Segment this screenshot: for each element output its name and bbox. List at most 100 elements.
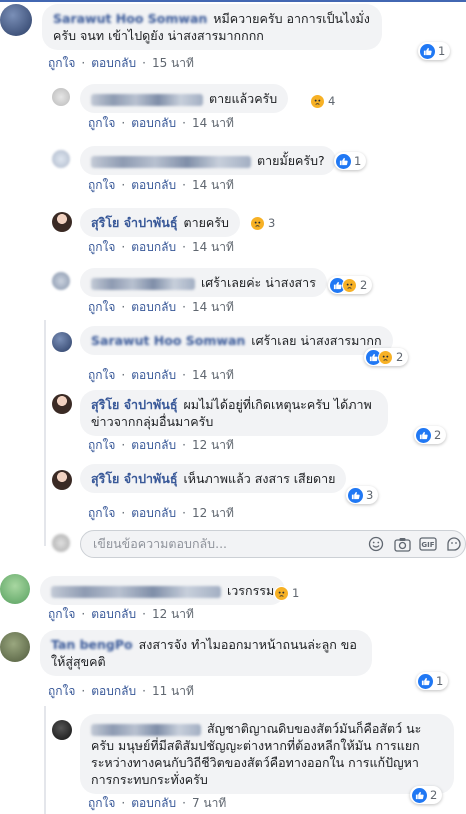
avatar[interactable] <box>52 212 72 232</box>
avatar[interactable] <box>0 4 32 36</box>
reaction-summary[interactable]: 4 <box>310 92 335 110</box>
reaction-summary[interactable]: 3 <box>250 214 275 232</box>
reaction-summary[interactable]: 2 <box>410 786 443 804</box>
reaction-summary[interactable]: 3 <box>346 486 379 504</box>
avatar[interactable] <box>52 470 72 490</box>
like-link[interactable]: ถูกใจ <box>88 506 115 520</box>
commenter-name[interactable] <box>91 277 195 290</box>
timestamp[interactable]: 14 นาที <box>192 178 234 192</box>
avatar <box>52 534 70 552</box>
avatar[interactable] <box>52 272 70 290</box>
emoji-icon[interactable] <box>367 535 385 553</box>
timestamp[interactable]: 14 นาที <box>192 368 234 382</box>
comment-actions: ถูกใจ · ตอบกลับ · 14 นาที <box>88 178 234 192</box>
timestamp[interactable]: 14 นาที <box>192 240 234 254</box>
commenter-name[interactable]: Tan bengPo <box>51 637 133 652</box>
reaction-summary[interactable]: 2 <box>414 426 447 444</box>
timestamp[interactable]: 14 นาที <box>192 300 234 314</box>
like-link[interactable]: ถูกใจ <box>48 684 75 698</box>
comment-actions: ถูกใจ · ตอบกลับ · 14 นาที <box>88 116 234 130</box>
comment-bubble: ตายแล้วครับ <box>80 84 289 113</box>
commenter-name[interactable]: สุริโย จำปาพันธุ์ <box>91 215 177 230</box>
comment-bubble: สุริโย จำปาพันธุ์ ผมไม่ได้อยู่ที่เกิดเหตุ… <box>80 390 388 436</box>
avatar[interactable] <box>0 574 30 604</box>
avatar[interactable] <box>52 332 72 352</box>
reply-link[interactable]: ตอบกลับ <box>131 178 176 192</box>
comment-bubble: ตายมั้ยครับ? <box>80 146 336 175</box>
reaction-count: 4 <box>328 94 336 108</box>
timestamp[interactable]: 11 นาที <box>152 684 194 698</box>
thread-line <box>44 706 46 814</box>
commenter-name[interactable]: สุริโย จำปาพันธุ์ <box>91 471 177 486</box>
reaction-summary[interactable]: 2 <box>328 276 373 294</box>
reply-link[interactable]: ตอบกลับ <box>131 506 176 520</box>
like-link[interactable]: ถูกใจ <box>88 240 115 254</box>
commenter-name[interactable]: Sarawut Hoo Somwan <box>53 11 207 26</box>
reaction-count: 2 <box>360 278 368 292</box>
like-link[interactable]: ถูกใจ <box>48 607 75 621</box>
reply-link[interactable]: ตอบกลับ <box>131 438 176 452</box>
like-link[interactable]: ถูกใจ <box>88 438 115 452</box>
timestamp[interactable]: 12 นาที <box>192 506 234 520</box>
reaction-summary[interactable]: 2 <box>364 348 409 366</box>
comment-bubble: Sarawut Hoo Somwan เศร้าเลย น่าสงสารมากก <box>80 326 393 355</box>
timestamp[interactable]: 15 นาที <box>152 56 194 70</box>
timestamp[interactable]: 14 นาที <box>192 116 234 130</box>
reaction-count: 1 <box>292 586 300 600</box>
gif-icon[interactable]: GIF <box>419 535 437 553</box>
reply-link[interactable]: ตอบกลับ <box>131 300 176 314</box>
comment-bubble: สุริโย จำปาพันธุ์ เห็นภาพแล้ว สงสาร เสียด… <box>80 464 347 493</box>
avatar[interactable] <box>52 394 72 414</box>
avatar[interactable] <box>52 720 72 740</box>
comment-actions: ถูกใจ · ตอบกลับ · 12 นาที <box>48 607 194 621</box>
comment-actions: ถูกใจ · ตอบกลับ · 12 นาที <box>88 506 234 520</box>
commenter-name[interactable] <box>51 585 221 598</box>
like-link[interactable]: ถูกใจ <box>88 178 115 192</box>
like-link[interactable]: ถูกใจ <box>48 56 75 70</box>
avatar[interactable] <box>52 150 70 168</box>
reaction-summary[interactable]: 1 <box>274 584 299 602</box>
avatar[interactable] <box>52 88 70 106</box>
sad-icon <box>250 215 265 231</box>
reply-link[interactable]: ตอบกลับ <box>131 368 176 382</box>
comment-text: ตายแล้วครับ <box>209 91 278 106</box>
reply-link[interactable]: ตอบกลับ <box>91 56 136 70</box>
like-link[interactable]: ถูกใจ <box>88 368 115 382</box>
reaction-summary[interactable]: 1 <box>418 42 451 60</box>
reaction-summary[interactable]: 1 <box>334 152 367 170</box>
reply-link[interactable]: ตอบกลับ <box>91 607 136 621</box>
comment-bubble: เวรกรรม <box>40 576 286 605</box>
like-link[interactable]: ถูกใจ <box>88 116 115 130</box>
comment-actions: ถูกใจ · ตอบกลับ · 11 นาที <box>48 684 194 698</box>
like-icon <box>418 673 433 689</box>
commenter-name[interactable]: Sarawut Hoo Somwan <box>91 333 245 348</box>
reaction-count: 2 <box>434 428 442 442</box>
sticker-icon[interactable] <box>445 535 463 553</box>
reply-placeholder: เขียนข้อความตอบกลับ... <box>93 536 228 551</box>
like-link[interactable]: ถูกใจ <box>88 796 115 810</box>
comment-bubble: เศร้าเลยค่ะ น่าสงสาร <box>80 268 327 297</box>
comment-actions: ถูกใจ · ตอบกลับ · 14 นาที <box>88 368 234 382</box>
sad-icon <box>274 585 289 601</box>
reply-link[interactable]: ตอบกลับ <box>131 116 176 130</box>
reaction-summary[interactable]: 1 <box>416 672 449 690</box>
timestamp[interactable]: 7 นาที <box>192 796 226 810</box>
thread-line <box>44 320 46 546</box>
timestamp[interactable]: 12 นาที <box>192 438 234 452</box>
reply-link[interactable]: ตอบกลับ <box>131 240 176 254</box>
like-link[interactable]: ถูกใจ <box>88 300 115 314</box>
reply-link[interactable]: ตอบกลับ <box>91 684 136 698</box>
comment-actions: ถูกใจ · ตอบกลับ · 14 นาที <box>88 240 234 254</box>
commenter-name[interactable] <box>91 723 201 736</box>
comment-bubble: Tan bengPo สงสารจัง ทำไมออกมาหน้าถนนล่ะลู… <box>40 630 372 676</box>
comment-text: เห็นภาพแล้ว สงสาร เสียดาย <box>183 471 336 486</box>
reply-input[interactable]: เขียนข้อความตอบกลับ... GIF <box>80 530 466 558</box>
camera-icon[interactable] <box>393 535 411 553</box>
commenter-name[interactable] <box>91 93 203 106</box>
commenter-name[interactable] <box>91 155 251 168</box>
timestamp[interactable]: 12 นาที <box>152 607 194 621</box>
reaction-count: 2 <box>430 788 438 802</box>
avatar[interactable] <box>0 632 30 662</box>
reply-link[interactable]: ตอบกลับ <box>131 796 176 810</box>
commenter-name[interactable]: สุริโย จำปาพันธุ์ <box>91 397 177 412</box>
